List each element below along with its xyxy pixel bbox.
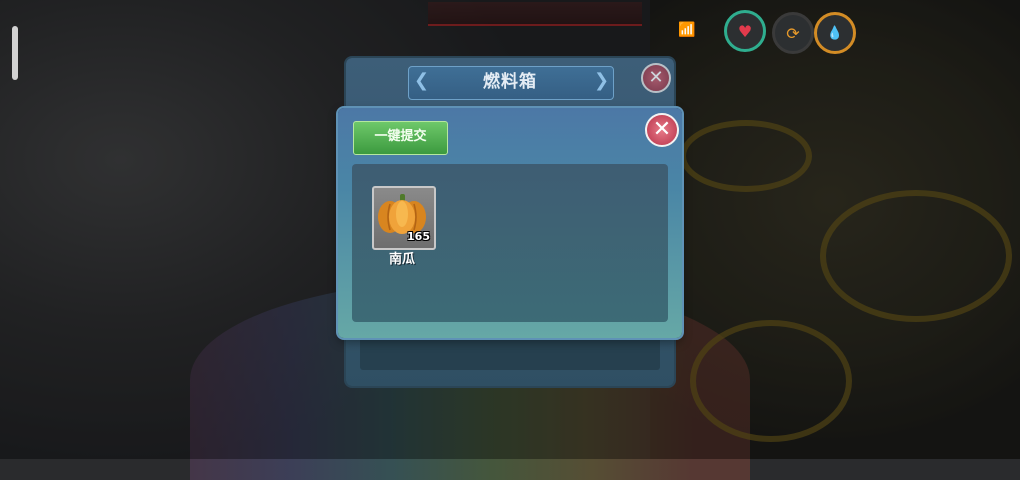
item-name-label: 南瓜 (388, 252, 415, 267)
item-count-label: 165 (407, 230, 430, 243)
fuel-box-title: 燃料箱 (483, 72, 537, 92)
water-drop-icon[interactable]: 💧 (814, 12, 856, 54)
side-menu-handle[interactable] (12, 26, 18, 80)
fuel-box-slot (360, 336, 660, 370)
dialog-close-button[interactable]: ✕ (645, 113, 679, 147)
submit-all-button[interactable]: 一键提交 (353, 121, 448, 155)
signal-icon: 📶 (678, 22, 696, 38)
top-status-bar (428, 2, 642, 26)
refresh-glyph: ⟳ (786, 23, 800, 43)
drop-glyph: 💧 (826, 25, 844, 41)
refresh-icon[interactable]: ⟳ (772, 12, 814, 54)
fuel-box-close-button[interactable]: ✕ (641, 63, 671, 93)
heart-icon[interactable]: ♥ (724, 10, 766, 52)
heart-glyph: ♥ (737, 21, 753, 41)
